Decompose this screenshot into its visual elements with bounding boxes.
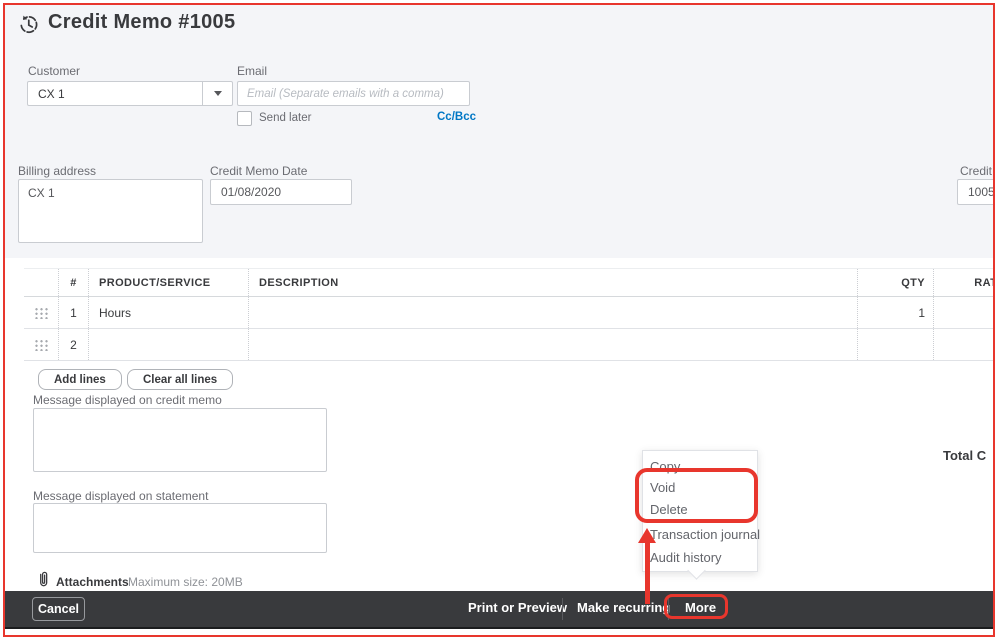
message-statement-label: Message displayed on statement [33, 489, 208, 503]
table-header-row: # PRODUCT/SERVICE DESCRIPTION QTY RATE [24, 268, 999, 297]
menu-item-transaction-journal[interactable]: Transaction journal [650, 524, 760, 545]
description-cell[interactable] [248, 297, 857, 328]
email-field[interactable] [237, 81, 470, 106]
line-items-table: # PRODUCT/SERVICE DESCRIPTION QTY RATE 1… [24, 268, 999, 361]
row-number: 2 [58, 329, 88, 360]
billing-address-field[interactable]: CX 1 [18, 179, 203, 243]
message-credit-memo-label: Message displayed on credit memo [33, 393, 222, 407]
add-lines-button[interactable]: Add lines [38, 369, 122, 390]
send-later-checkbox[interactable] [237, 111, 252, 126]
ccbcc-link[interactable]: Cc/Bcc [437, 111, 476, 123]
row-number: 1 [58, 297, 88, 328]
product-cell[interactable]: Hours [88, 297, 248, 328]
menu-item-audit-history[interactable]: Audit history [650, 547, 722, 568]
total-credit-label: Total C [943, 448, 986, 463]
footer-divider [562, 598, 563, 620]
product-cell[interactable] [88, 329, 248, 360]
table-row[interactable]: 1 Hours 1 [24, 297, 999, 329]
chevron-down-icon[interactable] [203, 82, 232, 105]
print-or-preview-button[interactable]: Print or Preview [468, 600, 567, 615]
credit-memo-page: Credit Memo #1005 Customer CX 1 Email Se… [0, 0, 999, 643]
col-header-description: DESCRIPTION [248, 269, 857, 296]
drag-handle-icon[interactable] [24, 297, 58, 328]
table-row[interactable]: 2 [24, 329, 999, 361]
paperclip-icon [37, 570, 50, 589]
col-header-num: # [58, 269, 88, 296]
make-recurring-button[interactable]: Make recurring [577, 600, 670, 615]
edge-mask [0, 637, 999, 643]
qty-cell[interactable]: 1 [857, 297, 933, 328]
send-later-label: Send later [259, 112, 311, 124]
credit-memo-date-field[interactable] [210, 179, 352, 205]
col-header-qty: QTY [857, 269, 933, 296]
email-label: Email [237, 64, 267, 78]
drag-handle-icon[interactable] [24, 329, 58, 360]
footer-divider [668, 598, 669, 620]
page-title: Credit Memo #1005 [48, 11, 235, 34]
rate-cell[interactable] [933, 329, 999, 360]
col-header-rate: RATE [933, 269, 999, 296]
cancel-button[interactable]: Cancel [32, 597, 85, 621]
qty-cell[interactable] [857, 329, 933, 360]
col-header-product: PRODUCT/SERVICE [88, 269, 248, 296]
clear-all-lines-button[interactable]: Clear all lines [127, 369, 233, 390]
credit-memo-number-label: Credit [960, 164, 992, 178]
more-button[interactable]: More [685, 600, 716, 615]
message-credit-memo-field[interactable] [33, 408, 327, 472]
billing-address-label: Billing address [18, 164, 96, 178]
menu-item-void[interactable]: Void [650, 477, 675, 498]
menu-item-delete[interactable]: Delete [650, 499, 688, 520]
customer-label: Customer [28, 64, 80, 78]
edge-mask [995, 0, 999, 643]
credit-memo-number-field[interactable] [957, 179, 999, 205]
customer-value: CX 1 [28, 87, 202, 101]
credit-memo-date-label: Credit Memo Date [210, 164, 307, 178]
history-clock-icon[interactable] [17, 13, 40, 36]
message-statement-field[interactable] [33, 503, 327, 553]
menu-item-copy[interactable]: Copy [650, 456, 680, 477]
rate-cell[interactable] [933, 297, 999, 328]
customer-dropdown[interactable]: CX 1 [27, 81, 233, 106]
description-cell[interactable] [248, 329, 857, 360]
attachments-hint: Maximum size: 20MB [128, 575, 243, 589]
attachments-label[interactable]: Attachments [56, 575, 129, 589]
drag-column-header [24, 269, 58, 296]
